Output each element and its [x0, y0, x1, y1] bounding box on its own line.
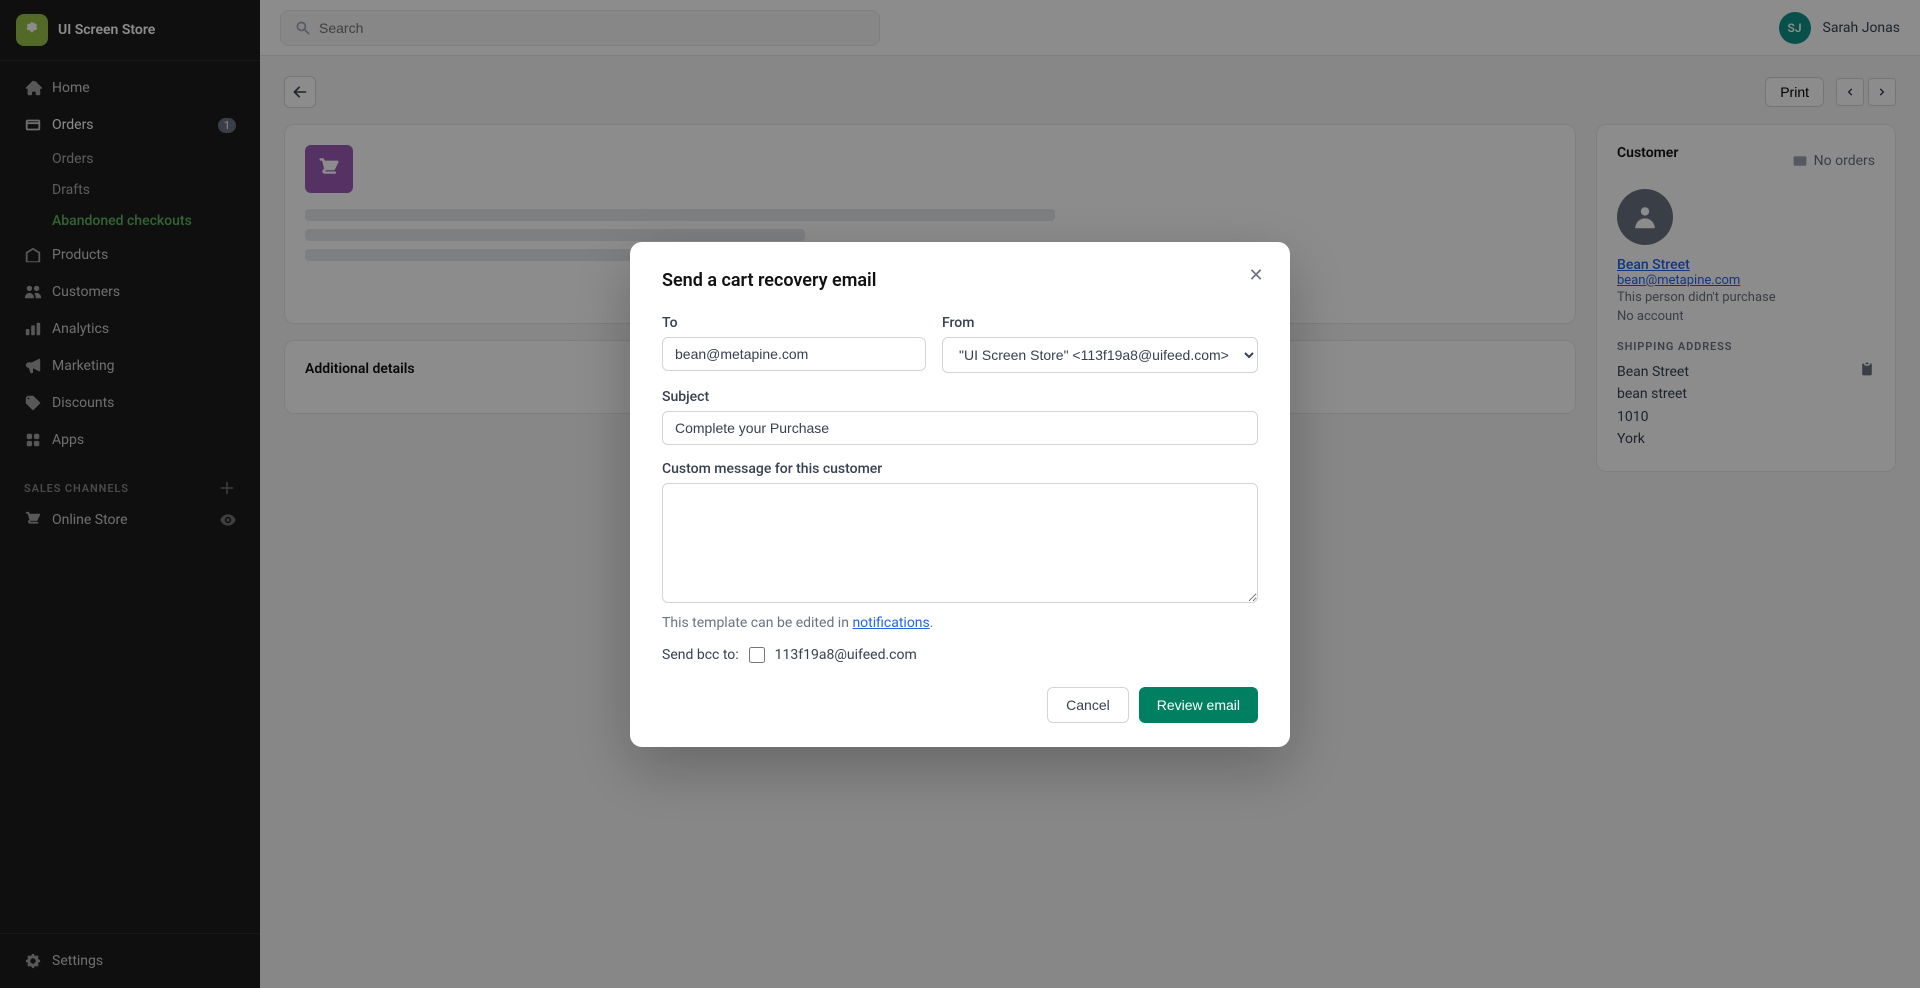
main-area: SJ Sarah Jonas Print: [260, 0, 1920, 988]
modal-overlay[interactable]: Send a cart recovery email ✕ To From "UI…: [260, 56, 1920, 988]
bcc-checkbox[interactable]: [749, 647, 765, 663]
bcc-label: Send bcc to:: [662, 647, 739, 663]
from-field-group: From "UI Screen Store" <113f19a8@uifeed.…: [942, 315, 1258, 373]
subject-input[interactable]: [662, 411, 1258, 445]
custom-message-textarea[interactable]: [662, 483, 1258, 603]
notifications-link[interactable]: notifications: [852, 615, 929, 631]
from-select[interactable]: "UI Screen Store" <113f19a8@uifeed.com>: [942, 337, 1258, 373]
cancel-button[interactable]: Cancel: [1047, 687, 1129, 723]
to-from-row: To From "UI Screen Store" <113f19a8@uife…: [662, 315, 1258, 373]
bcc-email: 113f19a8@uifeed.com: [775, 647, 917, 663]
review-email-button[interactable]: Review email: [1139, 687, 1258, 723]
bcc-row: Send bcc to: 113f19a8@uifeed.com: [662, 647, 1258, 663]
content-area: Print: [260, 56, 1920, 988]
cart-recovery-modal: Send a cart recovery email ✕ To From "UI…: [630, 242, 1290, 747]
subject-field-group: Subject: [662, 389, 1258, 445]
to-field-group: To: [662, 315, 926, 373]
subject-label: Subject: [662, 389, 1258, 405]
modal-title: Send a cart recovery email: [662, 270, 1258, 291]
to-label: To: [662, 315, 926, 331]
from-label: From: [942, 315, 1258, 331]
custom-message-field-group: Custom message for this customer: [662, 461, 1258, 603]
modal-close-button[interactable]: ✕: [1242, 262, 1270, 290]
modal-actions: Cancel Review email: [662, 687, 1258, 723]
template-note: This template can be edited in notificat…: [662, 615, 1258, 631]
to-input[interactable]: [662, 337, 926, 371]
custom-message-label: Custom message for this customer: [662, 461, 1258, 477]
